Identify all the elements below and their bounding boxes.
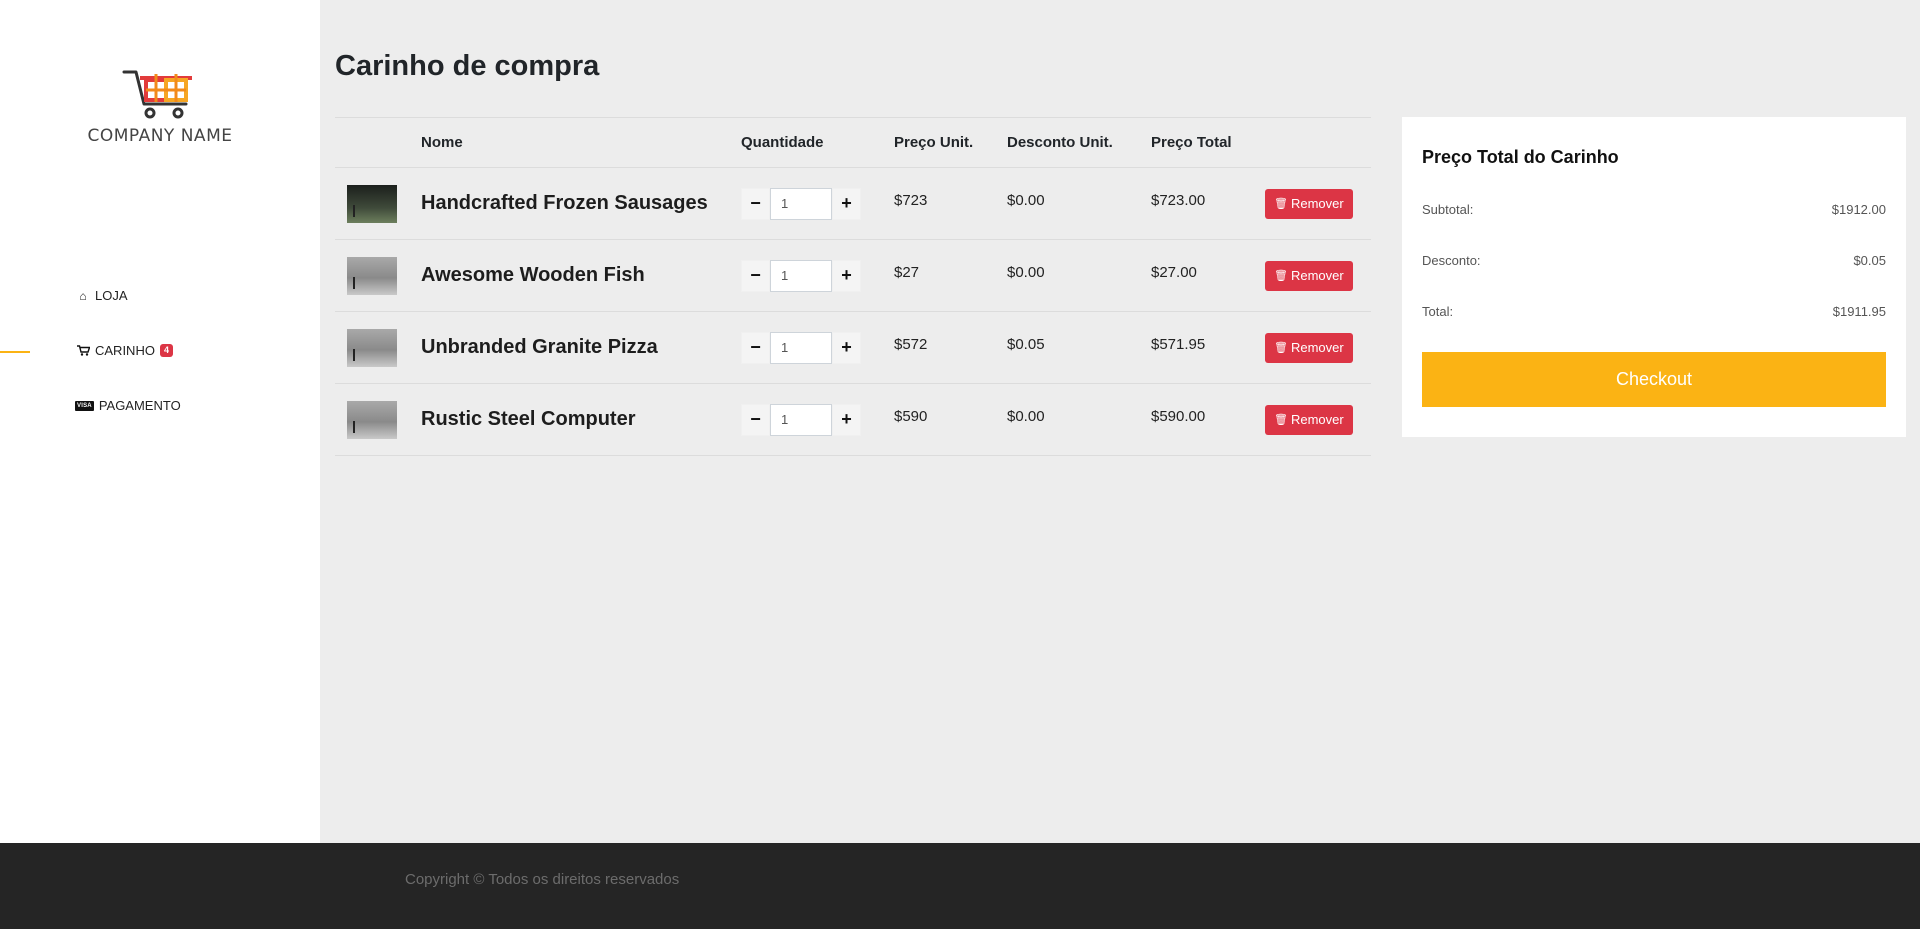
remove-button-label: Remover (1290, 196, 1344, 211)
nav-item-label: LOJA (95, 288, 128, 303)
nav-item-pagamento[interactable]: VISA PAGAMENTO (0, 378, 320, 433)
unit-discount: $0.05 (1007, 336, 1045, 353)
total-price: $723.00 (1151, 192, 1206, 209)
quantity-stepper: − + (741, 259, 894, 292)
remove-button-label: Remover (1290, 412, 1344, 427)
table-row: Handcrafted Frozen Sausages − + $723 $0.… (335, 167, 1371, 240)
column-header-unit-discount: Desconto Unit. (1007, 117, 1151, 168)
trash-icon: 🗑 (1274, 270, 1288, 282)
copyright-text: Copyright © Todos os direitos reservados (405, 871, 680, 888)
increment-button[interactable]: + (832, 403, 861, 436)
table-header-row: Nome Quantidade Preço Unit. Desconto Uni… (335, 117, 1371, 168)
unit-price: $590 (894, 408, 928, 425)
remove-button-label: Remover (1290, 340, 1344, 355)
total-row: Total: $1911.95 (1422, 304, 1886, 319)
footer: Copyright © Todos os direitos reservados (0, 843, 1920, 929)
product-thumbnail (347, 328, 397, 367)
remove-button[interactable]: 🗑 Remover (1265, 332, 1353, 363)
increment-button[interactable]: + (832, 259, 861, 292)
sidebar-nav: ⌂ LOJA CARINHO 4 VISA PAGAMENTO (0, 268, 320, 433)
decrement-button[interactable]: − (741, 259, 770, 292)
quantity-input[interactable] (770, 331, 832, 364)
decrement-button[interactable]: − (741, 331, 770, 364)
column-header-total-price: Preço Total (1151, 117, 1265, 168)
product-thumbnail (347, 184, 397, 223)
column-header-quantity: Quantidade (741, 117, 894, 168)
total-price: $590.00 (1151, 408, 1206, 425)
subtotal-row: Subtotal: $1912.00 (1422, 202, 1886, 217)
nav-item-carinho[interactable]: CARINHO 4 (0, 323, 320, 378)
total-value: $1911.95 (1832, 304, 1886, 319)
quantity-input[interactable] (770, 187, 832, 220)
decrement-button[interactable]: − (741, 187, 770, 220)
cart-table: Nome Quantidade Preço Unit. Desconto Uni… (335, 117, 1371, 456)
cart-icon (75, 345, 91, 356)
quantity-stepper: − + (741, 331, 894, 364)
discount-value: $0.05 (1853, 253, 1886, 268)
remove-button[interactable]: 🗑 Remover (1265, 404, 1353, 435)
increment-button[interactable]: + (832, 331, 861, 364)
cart-summary-card: Preço Total do Carinho Subtotal: $1912.0… (1402, 117, 1906, 437)
nav-item-loja[interactable]: ⌂ LOJA (0, 268, 320, 323)
column-header-unit-price: Preço Unit. (894, 117, 1007, 168)
main-content: Carinho de compra Nome Quantidade Preço … (320, 0, 1920, 843)
unit-price: $723 (894, 192, 928, 209)
quantity-stepper: − + (741, 187, 894, 220)
unit-discount: $0.00 (1007, 264, 1045, 281)
product-name: Unbranded Granite Pizza (421, 336, 658, 358)
visa-icon: VISA (75, 400, 94, 411)
product-thumbnail (347, 400, 397, 439)
quantity-input[interactable] (770, 259, 832, 292)
cart-count-badge: 4 (159, 344, 173, 357)
column-header-name: Nome (421, 117, 741, 168)
remove-button-label: Remover (1290, 268, 1344, 283)
increment-button[interactable]: + (832, 187, 861, 220)
table-row: Unbranded Granite Pizza − + $572 $0.05 $… (335, 311, 1371, 384)
company-logo[interactable]: COMPANY NAME (0, 66, 320, 146)
nav-item-label: PAGAMENTO (98, 398, 181, 413)
subtotal-value: $1912.00 (1831, 202, 1886, 217)
table-row: Awesome Wooden Fish − + $27 $0.00 $27.00… (335, 239, 1371, 312)
total-price: $571.95 (1151, 336, 1206, 353)
page-title: Carinho de compra (335, 50, 600, 82)
product-name: Rustic Steel Computer (421, 408, 636, 430)
discount-row: Desconto: $0.05 (1422, 253, 1886, 268)
column-header-actions (1265, 117, 1371, 168)
column-header-image (335, 117, 421, 168)
remove-button[interactable]: 🗑 Remover (1265, 260, 1353, 291)
quantity-stepper: − + (741, 403, 894, 436)
unit-discount: $0.00 (1007, 192, 1045, 209)
cart-logo-icon (122, 70, 192, 119)
checkout-button[interactable]: Checkout (1422, 352, 1886, 407)
total-price: $27.00 (1151, 264, 1197, 281)
trash-icon: 🗑 (1274, 198, 1288, 210)
remove-button[interactable]: 🗑 Remover (1265, 188, 1353, 219)
product-name: Awesome Wooden Fish (421, 264, 645, 286)
quantity-input[interactable] (770, 403, 832, 436)
subtotal-label: Subtotal: (1422, 202, 1474, 217)
table-row: Rustic Steel Computer − + $590 $0.00 $59… (335, 383, 1371, 456)
sidebar: COMPANY NAME ⌂ LOJA CARINHO 4 VISA PAGAM… (0, 0, 320, 843)
discount-label: Desconto: (1422, 253, 1481, 268)
trash-icon: 🗑 (1274, 414, 1288, 426)
product-thumbnail (347, 256, 397, 295)
trash-icon: 🗑 (1274, 342, 1288, 354)
nav-item-label: CARINHO (95, 343, 155, 358)
summary-title: Preço Total do Carinho (1422, 147, 1619, 167)
decrement-button[interactable]: − (741, 403, 770, 436)
company-name: COMPANY NAME (87, 126, 233, 146)
unit-price: $572 (894, 336, 928, 353)
home-icon: ⌂ (79, 288, 87, 303)
unit-discount: $0.00 (1007, 408, 1045, 425)
total-label: Total: (1422, 304, 1454, 319)
product-name: Handcrafted Frozen Sausages (421, 192, 708, 214)
unit-price: $27 (894, 264, 920, 281)
